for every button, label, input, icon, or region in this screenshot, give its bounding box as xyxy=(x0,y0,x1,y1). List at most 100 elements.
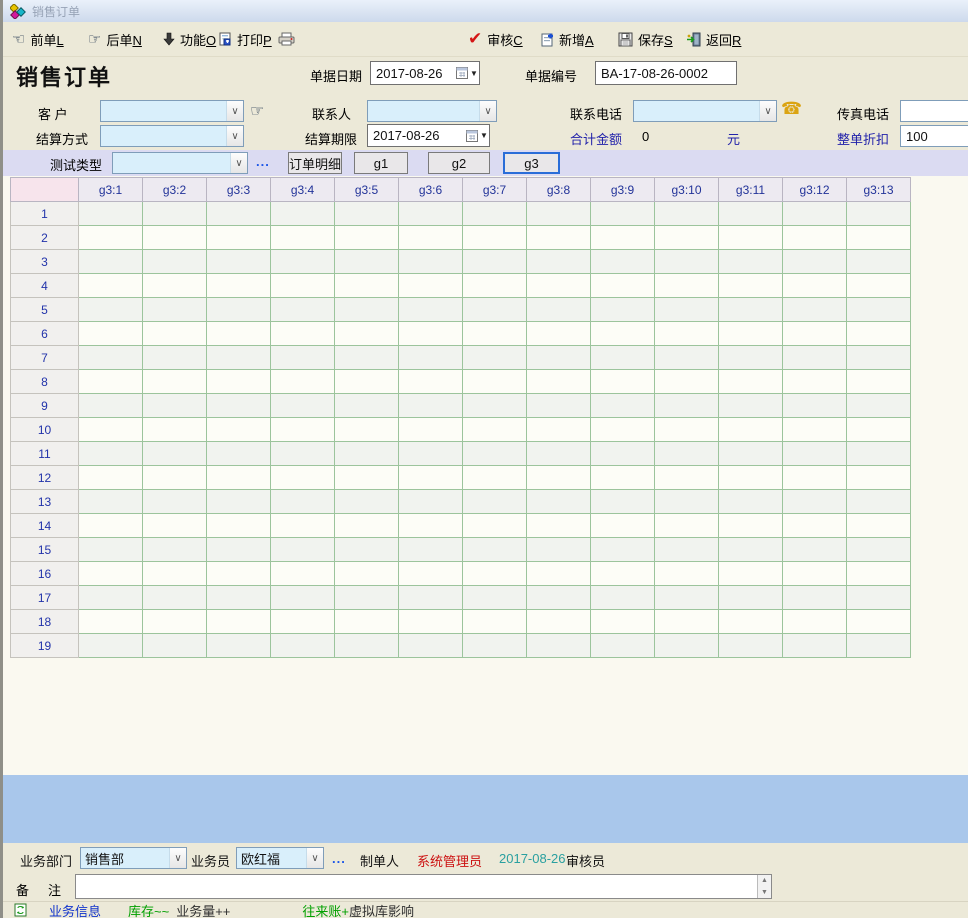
grid-cell[interactable] xyxy=(399,514,463,538)
grid-cell[interactable] xyxy=(399,610,463,634)
tab-g1[interactable]: g1 xyxy=(354,152,408,174)
grid-col-header[interactable]: g3:2 xyxy=(143,178,207,202)
grid-cell[interactable] xyxy=(591,562,655,586)
grid-cell[interactable] xyxy=(463,250,527,274)
grid-row-header[interactable]: 10 xyxy=(11,418,79,442)
grid-cell[interactable] xyxy=(655,202,719,226)
grid-col-header[interactable]: g3:4 xyxy=(271,178,335,202)
grid-col-header[interactable]: g3:10 xyxy=(655,178,719,202)
grid-cell[interactable] xyxy=(847,394,911,418)
grid-cell[interactable] xyxy=(783,202,847,226)
grid-cell[interactable] xyxy=(591,370,655,394)
grid-cell[interactable] xyxy=(335,586,399,610)
grid-cell[interactable] xyxy=(463,442,527,466)
grid-cell[interactable] xyxy=(271,634,335,658)
return-button[interactable]: 返回R xyxy=(686,22,741,56)
grid-cell[interactable] xyxy=(143,346,207,370)
grid-cell[interactable] xyxy=(271,250,335,274)
salesman-combobox[interactable]: 欧红福∨ xyxy=(236,847,324,869)
prev-order-button[interactable]: ☜ 前单L xyxy=(12,22,64,56)
printer-button[interactable] xyxy=(278,22,295,56)
remark-field[interactable]: ▲▼ xyxy=(75,874,772,899)
fax-field[interactable] xyxy=(900,100,968,122)
new-button[interactable]: 新增A xyxy=(540,22,594,56)
grid-cell[interactable] xyxy=(655,250,719,274)
grid-cell[interactable] xyxy=(527,202,591,226)
grid-cell[interactable] xyxy=(143,442,207,466)
grid-row-header[interactable]: 5 xyxy=(11,298,79,322)
grid-row-header[interactable]: 3 xyxy=(11,250,79,274)
grid-cell[interactable] xyxy=(271,586,335,610)
grid-cell[interactable] xyxy=(79,634,143,658)
grid-cell[interactable] xyxy=(207,490,271,514)
statusbar-item[interactable]: 业务量++ xyxy=(176,901,230,918)
grid-cell[interactable] xyxy=(847,250,911,274)
grid-cell[interactable] xyxy=(335,634,399,658)
grid-cell[interactable] xyxy=(207,442,271,466)
grid-cell[interactable] xyxy=(719,466,783,490)
grid-cell[interactable] xyxy=(527,586,591,610)
grid-cell[interactable] xyxy=(463,418,527,442)
grid-cell[interactable] xyxy=(783,322,847,346)
grid-cell[interactable] xyxy=(143,418,207,442)
grid-cell[interactable] xyxy=(527,346,591,370)
grid-cell[interactable] xyxy=(207,466,271,490)
grid-cell[interactable] xyxy=(271,226,335,250)
grid-cell[interactable] xyxy=(79,274,143,298)
grid-cell[interactable] xyxy=(335,274,399,298)
chevron-down-icon[interactable]: ∨ xyxy=(306,848,323,868)
grid-cell[interactable] xyxy=(463,322,527,346)
grid-cell[interactable] xyxy=(591,226,655,250)
grid-cell[interactable] xyxy=(719,298,783,322)
grid-cell[interactable] xyxy=(463,538,527,562)
grid-cell[interactable] xyxy=(79,202,143,226)
grid-cell[interactable] xyxy=(463,514,527,538)
grid-cell[interactable] xyxy=(335,370,399,394)
statusbar-item[interactable]: 库存~~ xyxy=(128,901,169,918)
grid-cell[interactable] xyxy=(591,634,655,658)
grid-cell[interactable] xyxy=(783,250,847,274)
grid-cell[interactable] xyxy=(655,610,719,634)
grid-cell[interactable] xyxy=(527,394,591,418)
grid-cell[interactable] xyxy=(719,226,783,250)
grid-cell[interactable] xyxy=(143,202,207,226)
grid-cell[interactable] xyxy=(207,394,271,418)
grid-cell[interactable] xyxy=(719,250,783,274)
grid-cell[interactable] xyxy=(335,562,399,586)
grid-cell[interactable] xyxy=(79,562,143,586)
grid-cell[interactable] xyxy=(527,514,591,538)
grid-cell[interactable] xyxy=(335,346,399,370)
grid-cell[interactable] xyxy=(655,562,719,586)
grid-cell[interactable] xyxy=(655,514,719,538)
grid-cell[interactable] xyxy=(463,394,527,418)
grid-cell[interactable] xyxy=(719,514,783,538)
contact-combobox[interactable]: ∨ xyxy=(367,100,497,122)
grid-corner[interactable] xyxy=(11,178,79,202)
grid-row-header[interactable]: 16 xyxy=(11,562,79,586)
chevron-down-icon[interactable]: ∨ xyxy=(226,126,243,146)
chevron-down-icon[interactable]: ∨ xyxy=(169,848,186,868)
grid-cell[interactable] xyxy=(783,586,847,610)
grid-col-header[interactable]: g3:13 xyxy=(847,178,911,202)
chevron-down-icon[interactable]: ∨ xyxy=(479,101,496,121)
grid-cell[interactable] xyxy=(463,226,527,250)
grid-cell[interactable] xyxy=(143,394,207,418)
grid-row-header[interactable]: 19 xyxy=(11,634,79,658)
grid-cell[interactable] xyxy=(271,202,335,226)
grid-cell[interactable] xyxy=(207,226,271,250)
grid-cell[interactable] xyxy=(655,226,719,250)
grid-row-header[interactable]: 7 xyxy=(11,346,79,370)
grid-cell[interactable] xyxy=(783,538,847,562)
grid-cell[interactable] xyxy=(463,562,527,586)
grid-col-header[interactable]: g3:1 xyxy=(79,178,143,202)
grid-cell[interactable] xyxy=(655,274,719,298)
grid-cell[interactable] xyxy=(79,370,143,394)
grid-cell[interactable] xyxy=(847,466,911,490)
grid-cell[interactable] xyxy=(847,322,911,346)
grid-cell[interactable] xyxy=(527,610,591,634)
grid-cell[interactable] xyxy=(591,538,655,562)
grid-cell[interactable] xyxy=(655,370,719,394)
grid-cell[interactable] xyxy=(399,394,463,418)
grid-cell[interactable] xyxy=(79,586,143,610)
grid-cell[interactable] xyxy=(207,610,271,634)
